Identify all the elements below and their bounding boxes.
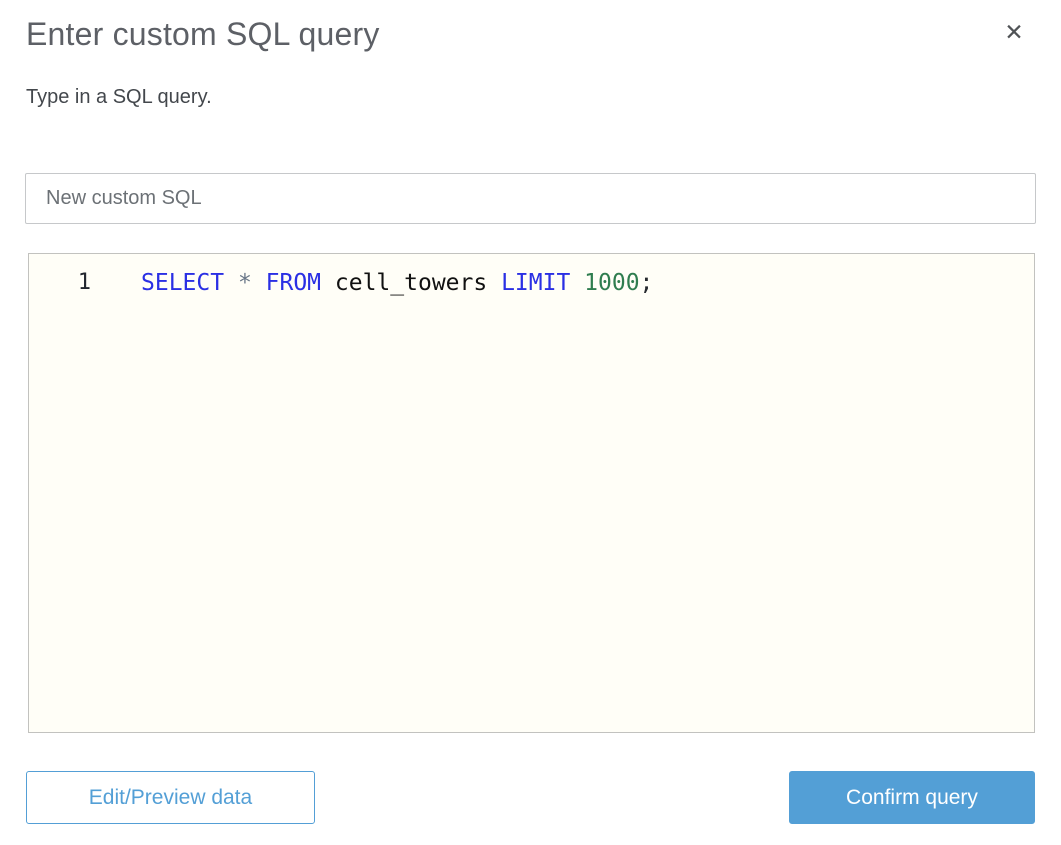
sql-editor[interactable]: 1 SELECT * FROM cell_towers LIMIT 1000;	[28, 253, 1035, 733]
sql-identifier: cell_towers	[334, 270, 502, 296]
confirm-query-button[interactable]: Confirm query	[789, 771, 1035, 824]
line-number: 1	[77, 270, 91, 295]
sql-number: 1000	[584, 270, 640, 296]
sql-keyword: SELECT	[141, 270, 238, 296]
sql-operator: *	[237, 270, 266, 296]
code-line: 1 SELECT * FROM cell_towers LIMIT 1000;	[29, 254, 1034, 299]
edit-preview-data-button[interactable]: Edit/Preview data	[26, 771, 315, 824]
custom-sql-dialog: Enter custom SQL query ✕ Type in a SQL q…	[0, 0, 1061, 845]
page-title: Enter custom SQL query	[26, 16, 380, 52]
query-name-input[interactable]	[25, 173, 1036, 224]
sql-keyword: FROM	[265, 270, 335, 296]
sql-keyword: LIMIT	[501, 270, 585, 296]
dialog-subtitle: Type in a SQL query.	[26, 86, 212, 108]
sql-punctuation: ;	[639, 270, 654, 296]
close-button[interactable]: ✕	[999, 17, 1029, 47]
close-icon: ✕	[1004, 18, 1024, 45]
sql-code: SELECT * FROM cell_towers LIMIT 1000;	[91, 267, 653, 299]
